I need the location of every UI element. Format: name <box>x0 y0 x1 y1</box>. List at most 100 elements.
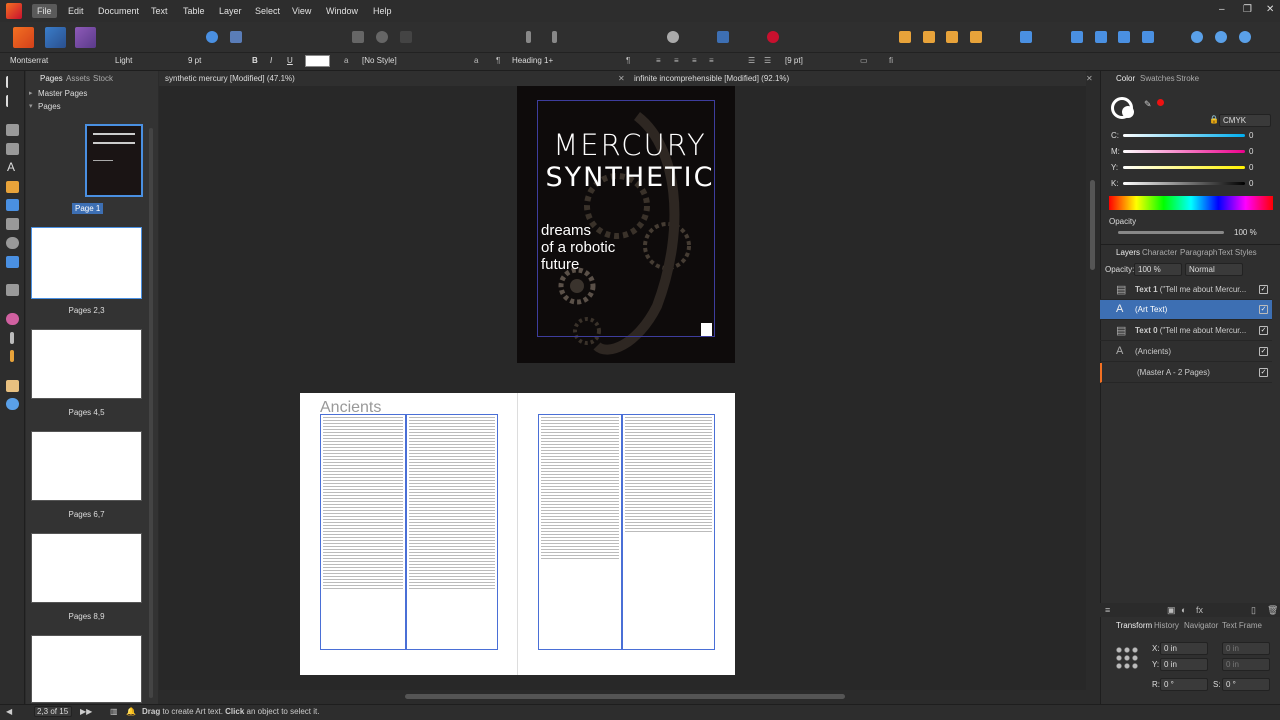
hand-tool-icon[interactable] <box>6 380 19 392</box>
preflight-icon[interactable] <box>206 31 218 43</box>
font-size-select[interactable]: 9 pt <box>188 56 201 65</box>
tab-swatches[interactable]: Swatches <box>1140 74 1175 83</box>
tab-transform[interactable]: Transform <box>1116 621 1152 630</box>
tab-character[interactable]: Character <box>1142 248 1177 257</box>
yellow-slider[interactable] <box>1123 166 1245 169</box>
visibility-checkbox[interactable]: ✓ <box>1259 347 1268 356</box>
tab-layers[interactable]: Layers <box>1116 248 1140 257</box>
minimize-icon[interactable]: – <box>1219 4 1225 15</box>
menu-window[interactable]: Window <box>321 4 363 18</box>
place-image-tool-icon[interactable] <box>6 256 19 268</box>
tab-assets[interactable]: Assets <box>66 74 90 83</box>
cover-title-line1[interactable]: MERCURY <box>541 130 719 161</box>
menu-view[interactable]: View <box>287 4 316 18</box>
channel-m-value[interactable]: 0 <box>1249 147 1253 156</box>
visibility-checkbox[interactable]: ✓ <box>1259 305 1268 314</box>
pages-2-3-label[interactable]: Pages 2,3 <box>31 306 142 315</box>
page-1-thumbnail[interactable] <box>85 124 143 197</box>
pages-6-7-label[interactable]: Pages 6,7 <box>31 510 142 519</box>
arrange-back-icon[interactable] <box>899 31 911 43</box>
menu-select[interactable]: Select <box>250 4 285 18</box>
pin-alt-icon[interactable] <box>552 31 557 43</box>
justify-icon[interactable]: ≡ <box>709 56 714 65</box>
layer-row[interactable]: A (Ancients) ✓ <box>1100 342 1272 362</box>
boolean-intersect-icon[interactable] <box>1239 31 1251 43</box>
zoom-tool-icon[interactable] <box>6 398 19 410</box>
pages-2-3-spread[interactable]: Ancients <box>300 393 735 675</box>
close-window-icon[interactable]: ✕ <box>1266 4 1274 15</box>
picture-frame-tool-icon[interactable] <box>6 218 19 230</box>
align-right-icon[interactable]: ≡ <box>692 56 697 65</box>
boolean-subtract-icon[interactable] <box>1215 31 1227 43</box>
fill-swatch[interactable] <box>1122 106 1134 118</box>
width-field[interactable]: 0 in <box>1222 642 1270 655</box>
ellipse-frame-tool-icon[interactable] <box>6 237 19 249</box>
text-column[interactable] <box>538 414 622 650</box>
height-field[interactable]: 0 in <box>1222 658 1270 671</box>
flip-vertical-icon[interactable] <box>1095 31 1107 43</box>
add-layer-icon[interactable]: ▯ <box>1251 605 1256 616</box>
fill-tool-icon[interactable] <box>10 332 14 344</box>
arrange-front-icon[interactable] <box>970 31 982 43</box>
magenta-slider[interactable] <box>1123 150 1245 153</box>
prev-page-icon[interactable]: ◀ <box>6 707 12 716</box>
pages-8-9-thumbnail[interactable] <box>31 533 142 603</box>
pages-8-9-label[interactable]: Pages 8,9 <box>31 612 142 621</box>
cyan-slider[interactable] <box>1123 134 1245 137</box>
text-frame-icon[interactable]: ▭ <box>860 56 868 65</box>
arrange-forward-icon[interactable] <box>946 31 958 43</box>
color-model-select[interactable]: CMYK <box>1219 114 1271 127</box>
publisher-persona-icon[interactable] <box>13 27 34 48</box>
layer-row-selected[interactable]: A (Art Text) ✓ <box>1100 300 1272 320</box>
anchor-point-grid[interactable] <box>1115 646 1139 670</box>
pages-4-5-thumbnail[interactable] <box>31 329 142 399</box>
layer-row[interactable]: ▤ Text 0 ("Tell me about Mercur... ✓ <box>1100 321 1272 341</box>
text-column[interactable] <box>622 414 715 650</box>
cover-subtitle-line1[interactable]: dreams <box>541 222 591 239</box>
doc-tab-synthetic-mercury[interactable]: synthetic mercury [Modified] (47.1%) <box>165 71 295 86</box>
cover-subtitle-line2[interactable]: of a robotic <box>541 239 615 256</box>
move-tool-icon[interactable] <box>6 76 19 88</box>
blend-mode-select[interactable]: Normal <box>1185 263 1243 276</box>
placeholder-icon[interactable] <box>400 31 412 43</box>
pages-2-3-thumbnail[interactable] <box>31 227 142 299</box>
preview-eye-icon[interactable] <box>667 31 679 43</box>
layer-opacity-field[interactable]: 100 % <box>1134 263 1182 276</box>
table-tool-icon[interactable] <box>6 143 19 155</box>
tab-text-frame[interactable]: Text Frame <box>1222 621 1262 630</box>
visibility-checkbox[interactable]: ✓ <box>1259 285 1268 294</box>
pages-scrollbar[interactable] <box>149 128 153 698</box>
numbered-list-icon[interactable]: ☰ <box>764 56 771 65</box>
align-icon[interactable] <box>1020 31 1032 43</box>
view-mode-icon[interactable] <box>717 31 729 43</box>
text-color-swatch[interactable] <box>305 55 330 67</box>
transparency-tool-icon[interactable] <box>10 350 14 362</box>
eyedropper-icon[interactable]: ✎ <box>1144 99 1152 110</box>
shear-field[interactable]: 0 ° <box>1222 678 1270 691</box>
fit-text-icon[interactable]: fi <box>889 56 893 65</box>
text-frame-tool-icon[interactable] <box>6 124 19 136</box>
tab-pages[interactable]: Pages <box>40 74 63 83</box>
opacity-slider[interactable] <box>1118 231 1224 234</box>
maximize-icon[interactable]: ❐ <box>1243 4 1252 15</box>
text-column[interactable] <box>406 414 498 650</box>
bold-button[interactable]: B <box>252 56 258 65</box>
none-color-icon[interactable] <box>1157 99 1164 106</box>
menu-layer[interactable]: Layer <box>214 4 247 18</box>
menu-table[interactable]: Table <box>178 4 210 18</box>
menu-text[interactable]: Text <box>146 4 173 18</box>
black-slider[interactable] <box>1123 182 1245 185</box>
font-family-select[interactable]: Montserrat <box>10 56 48 65</box>
cover-title-line2[interactable]: SYNTHETIC <box>541 162 719 193</box>
pages-icon[interactable]: ▥ <box>110 707 118 716</box>
align-center-icon[interactable]: ≡ <box>674 56 679 65</box>
layer-row[interactable]: (Master A - 2 Pages) ✓ <box>1100 363 1272 383</box>
channel-y-value[interactable]: 0 <box>1249 163 1253 172</box>
boolean-add-icon[interactable] <box>1191 31 1203 43</box>
align-left-icon[interactable]: ≡ <box>656 56 661 65</box>
rotate-right-icon[interactable] <box>1142 31 1154 43</box>
chevron-right-icon[interactable]: ▸ <box>29 89 33 97</box>
vertical-scrollbar[interactable] <box>1090 180 1095 270</box>
tab-stock[interactable]: Stock <box>93 74 113 83</box>
color-picker-tool-icon[interactable] <box>6 313 19 325</box>
